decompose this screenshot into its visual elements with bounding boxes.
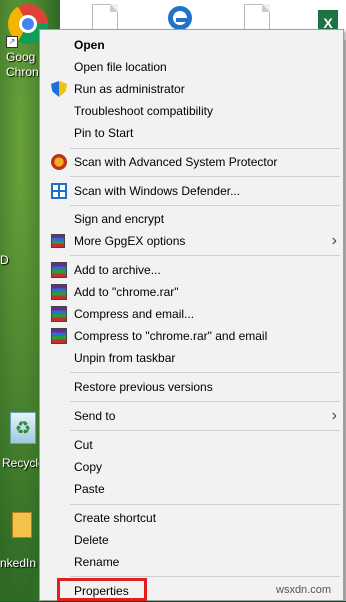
menu-item-create-shortcut[interactable]: Create shortcut bbox=[40, 507, 343, 529]
context-menu: Open Open file location Run as administr… bbox=[39, 29, 344, 601]
windows-defender-icon bbox=[51, 183, 67, 199]
menu-item-pin-to-start[interactable]: Pin to Start bbox=[40, 122, 343, 144]
menu-separator bbox=[70, 401, 340, 402]
menu-item-label: Open file location bbox=[74, 60, 167, 74]
menu-separator bbox=[70, 255, 340, 256]
menu-item-label: Run as administrator bbox=[74, 82, 185, 96]
menu-item-label: Scan with Windows Defender... bbox=[74, 184, 241, 198]
menu-item-paste[interactable]: Paste bbox=[40, 478, 343, 500]
uac-shield-icon bbox=[51, 81, 67, 97]
gpgex-icon bbox=[51, 234, 65, 248]
menu-item-label: Add to "chrome.rar" bbox=[74, 285, 179, 299]
menu-item-run-as-administrator[interactable]: Run as administrator bbox=[40, 78, 343, 100]
properties-highlight-box bbox=[57, 578, 147, 601]
menu-separator bbox=[70, 430, 340, 431]
menu-separator bbox=[70, 176, 340, 177]
menu-item-restore-previous-versions[interactable]: Restore previous versions bbox=[40, 376, 343, 398]
chrome-shortcut-label-line1[interactable]: Goog bbox=[6, 50, 35, 64]
menu-item-label: Paste bbox=[74, 482, 105, 496]
chevron-right-icon: › bbox=[331, 232, 337, 249]
winrar-icon bbox=[51, 306, 67, 322]
winrar-icon bbox=[51, 284, 67, 300]
menu-item-scan-windows-defender[interactable]: Scan with Windows Defender... bbox=[40, 180, 343, 202]
menu-item-label: Sign and encrypt bbox=[74, 212, 165, 226]
menu-item-send-to[interactable]: Send to › bbox=[40, 405, 343, 427]
menu-item-label: Pin to Start bbox=[74, 126, 134, 140]
menu-item-rename[interactable]: Rename bbox=[40, 551, 343, 573]
menu-item-label: Create shortcut bbox=[74, 511, 157, 525]
winrar-icon bbox=[51, 262, 67, 278]
menu-item-label: Unpin from taskbar bbox=[74, 351, 176, 365]
menu-item-unpin-from-taskbar[interactable]: Unpin from taskbar bbox=[40, 347, 343, 369]
shortcut-arrow-icon: ↗ bbox=[6, 36, 18, 48]
menu-item-troubleshoot-compatibility[interactable]: Troubleshoot compatibility bbox=[40, 100, 343, 122]
menu-item-open-file-location[interactable]: Open file location bbox=[40, 56, 343, 78]
menu-item-scan-advanced-system-protector[interactable]: Scan with Advanced System Protector bbox=[40, 151, 343, 173]
chrome-shortcut-label-line2[interactable]: Chron bbox=[6, 65, 39, 79]
menu-separator bbox=[70, 148, 340, 149]
menu-item-label: Cut bbox=[74, 438, 93, 452]
menu-item-copy[interactable]: Copy bbox=[40, 456, 343, 478]
menu-item-label: Scan with Advanced System Protector bbox=[74, 155, 278, 169]
menu-item-label: Delete bbox=[74, 533, 109, 547]
menu-item-label: Copy bbox=[74, 460, 103, 474]
menu-item-delete[interactable]: Delete bbox=[40, 529, 343, 551]
desktop-label-fragment: D bbox=[0, 253, 9, 267]
menu-item-label: Troubleshoot compatibility bbox=[74, 104, 213, 118]
menu-item-label: More GpgEX options bbox=[74, 234, 186, 248]
menu-separator bbox=[70, 372, 340, 373]
recycle-bin-icon[interactable]: ♻ bbox=[10, 412, 36, 444]
watermark: wsxdn.com bbox=[276, 584, 332, 596]
menu-item-compress-and-email[interactable]: Compress and email... bbox=[40, 303, 343, 325]
menu-item-more-gpgex-options[interactable]: More GpgEX options › bbox=[40, 230, 343, 252]
linkedin-shortcut-label[interactable]: nkedIn bbox=[0, 556, 36, 570]
advanced-system-protector-icon bbox=[51, 154, 67, 170]
edge-icon[interactable] bbox=[168, 6, 192, 30]
menu-separator bbox=[70, 504, 340, 505]
menu-item-open[interactable]: Open bbox=[40, 34, 343, 56]
menu-item-label: Send to bbox=[74, 409, 116, 423]
menu-item-label: Rename bbox=[74, 555, 120, 569]
menu-item-compress-to-chrome-rar-and-email[interactable]: Compress to "chrome.rar" and email bbox=[40, 325, 343, 347]
menu-item-cut[interactable]: Cut bbox=[40, 434, 343, 456]
menu-separator bbox=[70, 205, 340, 206]
menu-item-label: Add to archive... bbox=[74, 263, 161, 277]
menu-item-add-to-archive[interactable]: Add to archive... bbox=[40, 259, 343, 281]
chevron-right-icon: › bbox=[331, 407, 337, 424]
menu-item-add-to-chrome-rar[interactable]: Add to "chrome.rar" bbox=[40, 281, 343, 303]
menu-item-label: Compress and email... bbox=[74, 307, 195, 321]
menu-separator bbox=[70, 576, 340, 577]
menu-item-label: Restore previous versions bbox=[74, 380, 213, 394]
linkedin-shortcut-icon[interactable] bbox=[12, 512, 32, 538]
winrar-icon bbox=[51, 328, 67, 344]
menu-item-sign-and-encrypt[interactable]: Sign and encrypt bbox=[40, 208, 343, 230]
menu-item-label: Open bbox=[74, 38, 105, 52]
menu-item-label: Compress to "chrome.rar" and email bbox=[74, 329, 268, 343]
